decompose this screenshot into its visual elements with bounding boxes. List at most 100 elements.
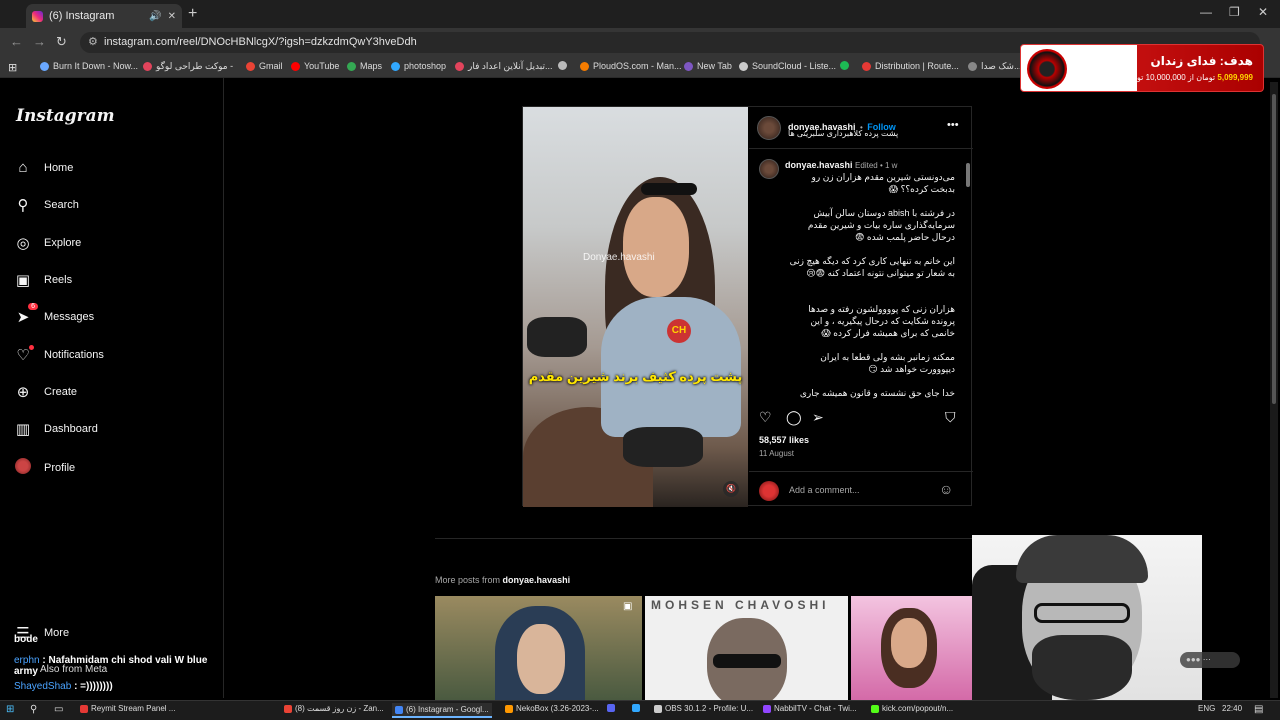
man-sunglasses: [713, 654, 781, 668]
bookmark-item[interactable]: Gmail: [246, 61, 283, 71]
caption-scrollbar[interactable]: [965, 151, 971, 399]
reel-badge-icon: ▣: [623, 601, 633, 612]
audio-icon[interactable]: 🔊: [149, 11, 161, 22]
bookmark-item[interactable]: Burn It Down - Now...: [40, 61, 138, 71]
site-info-icon[interactable]: ⚙: [88, 35, 98, 48]
caption-username[interactable]: donyae.havashi: [785, 160, 853, 170]
share-icon[interactable]: ➢: [812, 409, 824, 426]
donation-logo-icon: [1027, 49, 1067, 89]
more-posts-username[interactable]: donyae.havashi: [503, 575, 571, 585]
notification-center-icon[interactable]: ▤: [1254, 704, 1263, 715]
taskbar-app[interactable]: NekoBox (3.26-2023-...: [505, 704, 599, 713]
comment-icon[interactable]: ◯: [786, 409, 802, 426]
bookmark-item[interactable]: photoshop: [391, 61, 446, 71]
more-post-thumbnail-3[interactable]: [851, 596, 972, 700]
scrollbar-thumb[interactable]: [1272, 94, 1276, 404]
bookmark-item[interactable]: SoundCloud - Liste...: [739, 61, 836, 71]
browser-tab[interactable]: (6) Instagram 🔊 ✕: [26, 4, 182, 28]
more-posts-label: More posts from donyae.havashi: [435, 575, 570, 585]
forward-icon[interactable]: →: [33, 34, 46, 49]
video-logo: CH: [667, 319, 691, 343]
start-icon[interactable]: ⊞: [6, 704, 14, 715]
bookmark-label: Burn It Down - Now...: [53, 61, 139, 71]
more-options-icon[interactable]: •••: [947, 119, 959, 131]
taskbar-app-label: NabbilTV - Chat - Twi...: [774, 704, 857, 713]
likes-count[interactable]: 58,557 likes: [759, 435, 809, 445]
save-icon[interactable]: ⛉: [945, 409, 956, 426]
bookmark-item[interactable]: موکت طراحی لوگو -: [143, 61, 233, 72]
sidebar-item-notifications[interactable]: ♡ Notifications: [14, 345, 104, 364]
close-tab-icon[interactable]: ✕: [168, 11, 176, 22]
caption-paragraph: ممکنه زمانبر بشه ولی قطعا به ایران دیپوو…: [820, 352, 955, 374]
bookmark-item[interactable]: تبدیل آنلاین اعداد فار...: [455, 61, 553, 72]
comment-input[interactable]: Add a comment...: [789, 485, 929, 495]
taskbar-app-label: kick.com/popout/n...: [882, 704, 954, 713]
taskbar-app[interactable]: (6) Instagram - Googl...: [392, 703, 492, 718]
sidebar-item-label: Home: [44, 161, 74, 174]
bookmark-item[interactable]: PloudOS.com - Man...: [580, 61, 682, 71]
bookmark-label: PloudOS.com - Man...: [593, 61, 682, 71]
bookmark-item[interactable]: New Tab: [684, 61, 732, 71]
post-dialog: Donyae.havashi CH پشت پرده کثیف برند شیر…: [522, 106, 973, 507]
taskbar-app-label: Reymit Stream Panel ...: [91, 704, 176, 713]
bookmark-item[interactable]: YouTube: [291, 61, 339, 71]
sidebar-item-explore[interactable]: ◎ Explore: [14, 234, 81, 252]
input-language[interactable]: ENG: [1198, 704, 1215, 713]
back-icon[interactable]: ←: [10, 34, 23, 49]
new-tab-icon[interactable]: +: [188, 5, 197, 23]
task-view-icon[interactable]: ▭: [54, 704, 63, 715]
taskbar-app[interactable]: Reymit Stream Panel ...: [80, 704, 175, 713]
taskbar-app[interactable]: [632, 704, 643, 712]
sidebar-item-search[interactable]: ⚲ Search: [14, 196, 79, 214]
like-icon[interactable]: ♡: [759, 409, 772, 426]
sidebar-item-reels[interactable]: ▣ Reels: [14, 271, 72, 289]
instagram-logo[interactable]: Instagram: [16, 106, 115, 126]
sidebar-item-label: Create: [44, 386, 78, 398]
taskbar-app-label: (8) زن روز قسمت - Zan...: [295, 704, 384, 713]
taskbar-app[interactable]: (8) زن روز قسمت - Zan...: [284, 704, 384, 713]
caption-scrollbar-thumb[interactable]: [966, 163, 970, 187]
sidebar-item-messages[interactable]: ➤ 6 Messages: [14, 303, 94, 326]
taskbar-app[interactable]: [607, 704, 618, 712]
maximize-icon[interactable]: ❐: [1229, 5, 1240, 19]
bookmark-item[interactable]: شک صدا...: [968, 61, 1021, 72]
emoji-icon[interactable]: ☺: [939, 481, 953, 497]
minimize-icon[interactable]: —: [1200, 5, 1212, 19]
bookmark-item[interactable]: Distribution | Route...: [862, 61, 959, 71]
reload-icon[interactable]: ↻: [56, 34, 67, 50]
taskbar-app[interactable]: NabbilTV - Chat - Twi...: [763, 704, 857, 713]
bookmark-item[interactable]: [840, 61, 853, 70]
search-taskbar-icon[interactable]: ⚲: [30, 704, 37, 715]
chat-text: : Nafahmidam chi shod vali W blue army: [14, 655, 208, 677]
bookmark-item[interactable]: Maps: [347, 61, 382, 71]
compass-icon: ◎: [16, 235, 30, 252]
sidebar-item-create[interactable]: ⊕ Create: [14, 383, 77, 401]
close-window-icon[interactable]: ✕: [1258, 5, 1268, 19]
caption-avatar[interactable]: [759, 159, 779, 179]
taskbar-app[interactable]: kick.com/popout/n...: [871, 704, 953, 713]
author-avatar[interactable]: [757, 116, 781, 140]
woman-face-3: [891, 618, 927, 668]
bookmark-favicon-icon: [580, 61, 589, 71]
bookmark-item[interactable]: [558, 61, 571, 70]
apps-icon[interactable]: ⊞: [8, 61, 17, 74]
bookmark-label: موکت طراحی لوگو -: [156, 61, 234, 71]
chat-username: erphn: [14, 655, 40, 666]
heart-icon: ♡: [14, 345, 34, 364]
bookmark-label: New Tab: [697, 61, 732, 71]
clock[interactable]: 22:40: [1222, 704, 1242, 713]
more-post-thumbnail-1[interactable]: ▣: [435, 596, 642, 700]
streamer-glasses: [1034, 603, 1130, 623]
section-divider: [435, 538, 975, 539]
taskbar-app-icon: [80, 704, 88, 713]
sidebar-item-profile[interactable]: Profile: [14, 458, 75, 478]
more-post-thumbnail-2[interactable]: MOHSEN CHAVOSHI: [645, 596, 848, 700]
sidebar-item-dashboard[interactable]: ▥ Dashboard: [14, 420, 98, 438]
reel-video[interactable]: Donyae.havashi CH پشت پرده کثیف برند شیر…: [523, 107, 748, 507]
donation-goal-widget: هدف: فدای زندان 5,099,999 تومان از 10,00…: [1020, 44, 1264, 92]
taskbar-app[interactable]: OBS 30.1.2 - Profile: U...: [654, 704, 753, 713]
reels-icon: ▣: [15, 272, 31, 289]
page-scrollbar[interactable]: [1270, 82, 1278, 698]
mute-icon[interactable]: 🔇: [723, 481, 739, 497]
sidebar-item-home[interactable]: ⌂ Home: [14, 159, 73, 176]
